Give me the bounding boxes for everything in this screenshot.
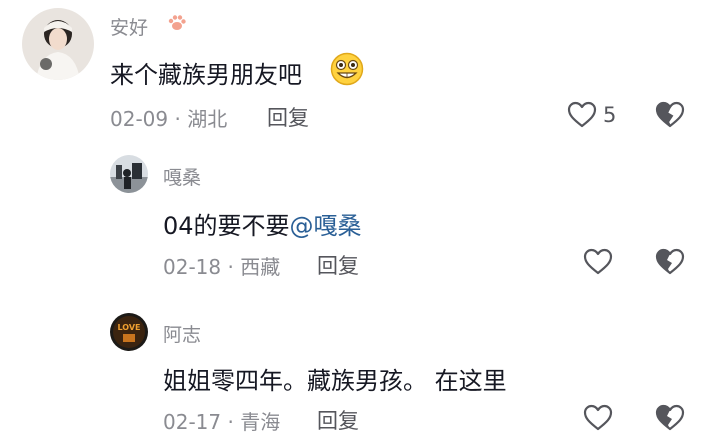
username[interactable]: 阿志 [163,320,201,347]
reply-button[interactable]: 回复 [317,250,359,280]
grinning-emoji-icon [330,52,364,86]
like-button[interactable]: 5 [567,101,616,129]
comment-location: 湖北 [187,107,228,131]
comment-location: 青海 [240,410,281,434]
broken-heart-icon[interactable] [655,404,685,432]
mention-link[interactable]: @嘎桑 [290,212,362,240]
comment-date: 02-17 [163,410,222,434]
avatar[interactable] [22,8,94,80]
meta-separator: · [174,107,181,131]
heart-icon[interactable] [583,248,613,276]
avatar-logo-text: LOVE [117,323,140,332]
avatar[interactable]: LOVE [110,313,148,351]
comment-text: 04的要不要@嘎桑 [163,206,362,241]
username[interactable]: 安好 [110,13,148,40]
comment-meta: 02-09 · 湖北 [110,103,227,132]
username[interactable]: 嘎桑 [163,163,201,190]
comment-meta: 02-18 · 西藏 [163,251,280,280]
comment-date: 02-09 [110,107,169,131]
like-count: 5 [603,103,617,127]
meta-separator: · [227,410,234,434]
comment-text: 姐姐零四年。藏族男孩。 在这里 [163,367,507,395]
comment-text-body: 04的要不要 [163,212,290,240]
heart-icon [567,101,597,128]
reply-button[interactable]: 回复 [317,405,359,435]
meta-separator: · [227,255,234,279]
comment-meta: 02-17 · 青海 [163,406,280,435]
comment-date: 02-18 [163,255,222,279]
avatar[interactable] [110,155,148,193]
broken-heart-icon[interactable] [655,248,685,276]
comment-location: 西藏 [240,255,281,279]
paw-icon [168,15,186,30]
broken-heart-icon[interactable] [655,101,685,129]
reply-button[interactable]: 回复 [267,102,309,132]
heart-icon[interactable] [583,404,613,432]
comment-text: 来个藏族男朋友吧 [110,61,302,89]
